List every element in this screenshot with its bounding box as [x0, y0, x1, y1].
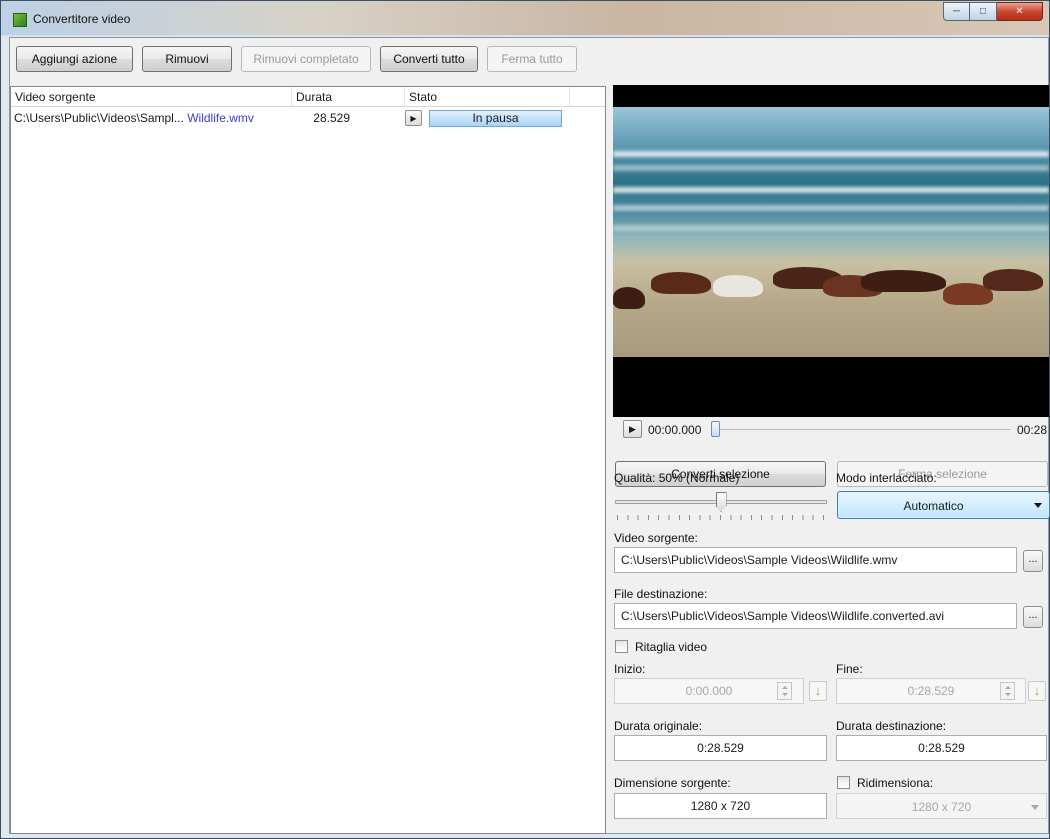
end-time-field[interactable]: 0:28.529 — [836, 678, 1026, 704]
close-icon: ✕ — [1015, 6, 1024, 17]
resize-label: Ridimensiona: — [857, 776, 934, 790]
path-prefix: C:\Users\Public\Videos\Sampl... — [14, 111, 184, 125]
status-cell: ▶ In pausa — [405, 109, 562, 127]
stop-all-button[interactable]: Ferma tutto — [487, 46, 577, 72]
duration-cell: 28.529 — [313, 111, 350, 125]
play-icon: ▶ — [629, 423, 636, 434]
title-bar[interactable]: Convertitore video ─ □ ✕ — [1, 1, 1049, 35]
current-time: 00:00.000 — [648, 423, 702, 437]
maximize-icon: □ — [979, 6, 987, 17]
toolbar: Aggiungi azione Rimuovi Rimuovi completa… — [16, 46, 577, 72]
file-name: Wildlife.wmv — [187, 111, 254, 125]
window-controls: ─ □ ✕ — [943, 2, 1043, 21]
play-button[interactable]: ▶ — [623, 420, 642, 438]
minimize-icon: ─ — [952, 6, 961, 17]
destination-field[interactable]: C:\Users\Public\Videos\Sample Videos\Wil… — [614, 603, 1017, 629]
end-time: 00:28 — [1016, 423, 1047, 437]
resize-checkbox[interactable] — [837, 776, 850, 789]
trim-label: Ritaglia video — [635, 640, 708, 654]
video-preview[interactable] — [613, 85, 1049, 417]
minimize-button[interactable]: ─ — [943, 2, 970, 21]
original-duration-label: Durata originale: — [614, 719, 703, 733]
video-list[interactable]: Video sorgente Durata Stato C:\Users\Pub… — [10, 86, 606, 834]
destination-duration-field: 0:28.529 — [836, 735, 1047, 761]
original-duration-field: 0:28.529 — [614, 735, 827, 761]
maximize-button[interactable]: □ — [970, 2, 997, 21]
playback-controls: ▶ 00:00.000 00:28 — [613, 418, 1049, 442]
interlace-dropdown[interactable]: Automatico — [837, 491, 1050, 519]
row-play-button[interactable]: ▶ — [405, 110, 422, 126]
chevron-down-icon — [1034, 503, 1042, 508]
arrow-down-icon: ↓ — [1033, 683, 1041, 698]
set-end-button[interactable]: ↓ — [1028, 681, 1046, 701]
quality-label: Qualità: 50% (Normale) — [614, 471, 740, 485]
interlace-value: Automatico — [903, 499, 964, 513]
source-video-field[interactable]: C:\Users\Public\Videos\Sample Videos\Wil… — [614, 547, 1017, 573]
source-path-cell: C:\Users\Public\Videos\Sampl... Wildlife… — [11, 111, 292, 125]
remove-button[interactable]: Rimuovi — [142, 46, 232, 72]
interlace-label: Modo interlacciato: — [836, 471, 937, 485]
end-label: Fine: — [836, 662, 863, 676]
browse-source-button[interactable]: ... — [1023, 550, 1043, 572]
resize-value: 1280 x 720 — [911, 800, 972, 814]
quality-slider[interactable] — [615, 492, 827, 525]
end-spinner[interactable] — [1000, 682, 1015, 700]
status-progress: In pausa — [429, 109, 562, 127]
video-frame — [613, 107, 1049, 357]
chevron-down-icon — [1031, 805, 1039, 810]
slider-ticks — [617, 515, 825, 520]
add-action-button[interactable]: Aggiungi azione — [16, 46, 133, 72]
app-icon — [13, 13, 27, 27]
column-source-video[interactable]: Video sorgente — [11, 87, 292, 106]
slider-thumb[interactable] — [715, 492, 727, 512]
start-label: Inizio: — [614, 662, 646, 676]
browse-destination-button[interactable]: ... — [1023, 606, 1043, 628]
convert-all-button[interactable]: Converti tutto — [380, 46, 478, 72]
column-status[interactable]: Stato — [405, 87, 570, 106]
source-size-field: 1280 x 720 — [614, 793, 827, 819]
source-size-label: Dimensione sorgente: — [614, 776, 731, 790]
resize-dropdown[interactable]: 1280 x 720 — [836, 793, 1047, 819]
remove-completed-button[interactable]: Rimuovi completato — [241, 46, 371, 72]
set-start-button[interactable]: ↓ — [809, 681, 827, 701]
destination-label: File destinazione: — [614, 587, 708, 601]
start-spinner[interactable] — [777, 682, 792, 700]
seek-thumb[interactable] — [711, 421, 720, 437]
source-video-label: Video sorgente: — [614, 531, 698, 545]
trim-checkbox[interactable] — [615, 640, 628, 653]
arrow-down-icon: ↓ — [814, 683, 822, 698]
column-duration[interactable]: Durata — [292, 87, 405, 106]
list-header: Video sorgente Durata Stato — [11, 87, 605, 107]
seek-track[interactable] — [713, 429, 1011, 430]
destination-duration-label: Durata destinazione: — [836, 719, 947, 733]
start-time-field[interactable]: 0:00.000 — [614, 678, 804, 704]
list-item[interactable]: C:\Users\Public\Videos\Sampl... Wildlife… — [11, 107, 605, 129]
play-icon: ▶ — [410, 113, 417, 123]
close-button[interactable]: ✕ — [997, 2, 1043, 21]
app-window: Convertitore video ─ □ ✕ Aggiungi azione… — [0, 0, 1050, 839]
window-title: Convertitore video — [33, 12, 131, 26]
